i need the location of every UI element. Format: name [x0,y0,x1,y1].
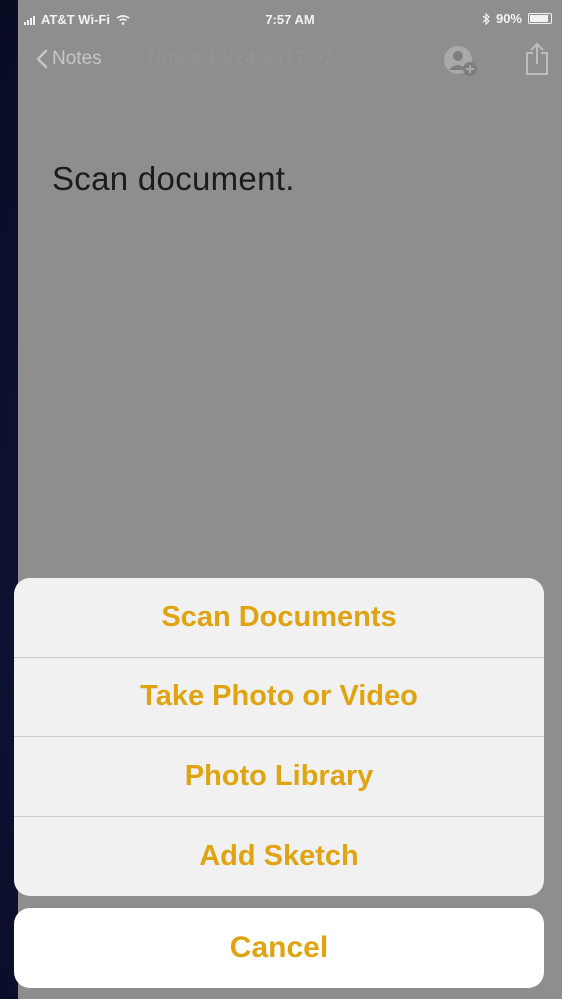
action-sheet: Scan Documents Take Photo or Video Photo… [14,578,544,896]
share-button[interactable] [524,42,550,81]
bluetooth-icon [482,12,490,25]
status-bar: AT&T Wi-Fi 7:57 AM 90% [18,0,562,40]
add-person-icon [444,46,477,76]
battery-status: 90% [482,11,552,26]
scan-documents-button[interactable]: Scan Documents [14,578,544,658]
take-photo-or-video-button[interactable]: Take Photo or Video [14,658,544,737]
back-button[interactable]: Notes [36,48,102,70]
share-icon [526,42,548,75]
cancel-button[interactable]: Cancel [14,908,544,988]
photo-library-button[interactable]: Photo Library [14,737,544,817]
note-body-text[interactable]: Scan document. [52,160,295,198]
chevron-left-icon [36,49,48,69]
battery-level [530,15,548,22]
nav-bar: Notes Notes 10/24/2017 07 [18,40,562,90]
add-sketch-button[interactable]: Add Sketch [14,817,544,897]
note-date-title: Notes 10/24/2017 07 [148,48,334,69]
battery-icon [528,13,552,24]
battery-percent: 90% [495,11,522,26]
back-label: Notes [52,48,102,69]
add-people-button[interactable] [442,44,480,83]
status-time: 7:57 AM [265,12,315,27]
